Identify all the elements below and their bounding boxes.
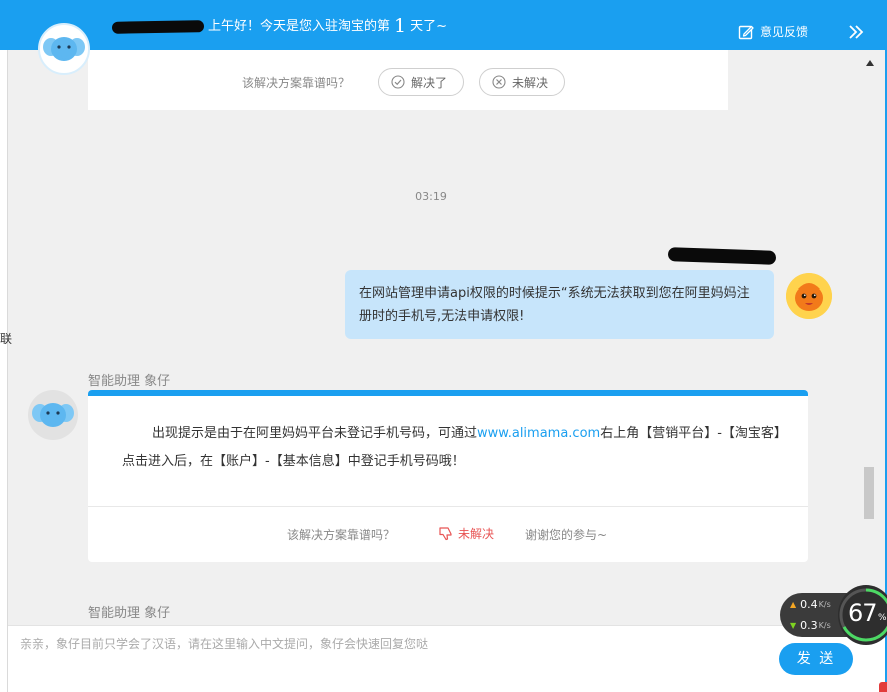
double-chevron-right-icon [849, 25, 864, 39]
unresolved-label: 未解决 [512, 75, 549, 90]
input-area: 发 送 [8, 625, 885, 692]
scroll-up-arrow-icon[interactable] [866, 60, 874, 66]
thanks-text: 谢谢您的参与~ [525, 528, 608, 542]
rate-question: 该解决方案靠谱吗？ [242, 76, 351, 90]
elephant-icon [43, 37, 85, 61]
resolved-label: 解决了 [411, 75, 448, 90]
gauge-percent: 67 [848, 599, 878, 627]
corner-tab [879, 682, 887, 692]
answer-card-previous: 该解决方案靠谱吗？ 解决了 未解决 [88, 50, 728, 110]
chat-window: 上午好！今天是您入驻淘宝的第 1 天了~ 意见反馈 联 该解决方案靠谱吗？ 解决了 [0, 0, 887, 692]
edit-icon [738, 25, 754, 40]
download-speed: ▼ 0.3 K/s [790, 619, 831, 632]
left-text-fragment: 联 [0, 332, 13, 346]
elephant-icon [32, 403, 74, 427]
greeting-suffix: 天了~ [410, 19, 448, 34]
bot-name-label-2: 智能助理 象仔 [88, 606, 171, 621]
answer-card: 出现提示是由于在阿里妈妈平台未登记手机号码，可通过www.alimama.com… [88, 390, 808, 562]
alimama-link[interactable]: www.alimama.com [477, 426, 600, 441]
collapse-button[interactable] [846, 22, 866, 42]
assistant-avatar [28, 390, 78, 440]
redacted-username [111, 19, 205, 34]
greeting-text: 上午好！今天是您入驻淘宝的第 1 天了~ [111, 15, 448, 37]
unresolved-selected[interactable]: 未解决 [438, 525, 494, 542]
scroll-thumb[interactable] [864, 466, 874, 519]
thumbs-down-icon [439, 527, 452, 541]
upload-value: 0.4 [800, 598, 818, 611]
unresolved-label-2: 未解决 [458, 527, 495, 541]
message-input[interactable] [20, 634, 760, 654]
download-arrow-icon: ▼ [790, 621, 797, 630]
rate-question-2: 该解决方案靠谱吗？ [287, 528, 396, 542]
redacted-username-2 [667, 247, 777, 265]
feedback-label: 意见反馈 [760, 25, 809, 39]
resolved-button[interactable]: 解决了 [378, 68, 464, 96]
x-circle-icon [492, 75, 506, 89]
bot-name-label: 智能助理 象仔 [88, 374, 171, 389]
feedback-button[interactable]: 意见反馈 [738, 22, 808, 42]
unresolved-button[interactable]: 未解决 [479, 68, 565, 96]
download-unit: K/s [818, 621, 831, 630]
user-message-bubble: 在网站管理申请api权限的时候提示“系统无法获取到您在阿里妈妈注册时的手机号,无… [345, 270, 774, 339]
mascot-avatar-icon [786, 273, 832, 319]
upload-unit: K/s [818, 600, 831, 609]
greeting-label: 上午好！今天是您入驻淘宝的第 [208, 19, 391, 34]
chat-scrollbar[interactable] [862, 58, 878, 618]
day-count: 1 [394, 15, 407, 37]
answer-text-before: 出现提示是由于在阿里妈妈平台未登记手机号码，可通过 [152, 426, 478, 441]
message-timestamp: 03:19 [415, 190, 447, 203]
upload-arrow-icon: ▲ [790, 600, 797, 609]
assistant-avatar-top [38, 23, 90, 75]
send-button[interactable]: 发 送 [779, 643, 853, 675]
gauge-percent-sign: % [878, 613, 887, 623]
upload-speed: ▲ 0.4 K/s [790, 598, 831, 611]
check-circle-icon [391, 75, 405, 89]
bot-answer-text: 出现提示是由于在阿里妈妈平台未登记手机号码，可通过www.alimama.com… [122, 420, 782, 476]
card-divider [88, 506, 808, 507]
header-bar: 上午好！今天是您入驻淘宝的第 1 天了~ 意见反馈 [0, 0, 887, 50]
memory-gauge[interactable]: 67 % [838, 585, 887, 645]
left-panel-edge [0, 50, 8, 692]
download-value: 0.3 [800, 619, 818, 632]
user-avatar [786, 273, 832, 319]
